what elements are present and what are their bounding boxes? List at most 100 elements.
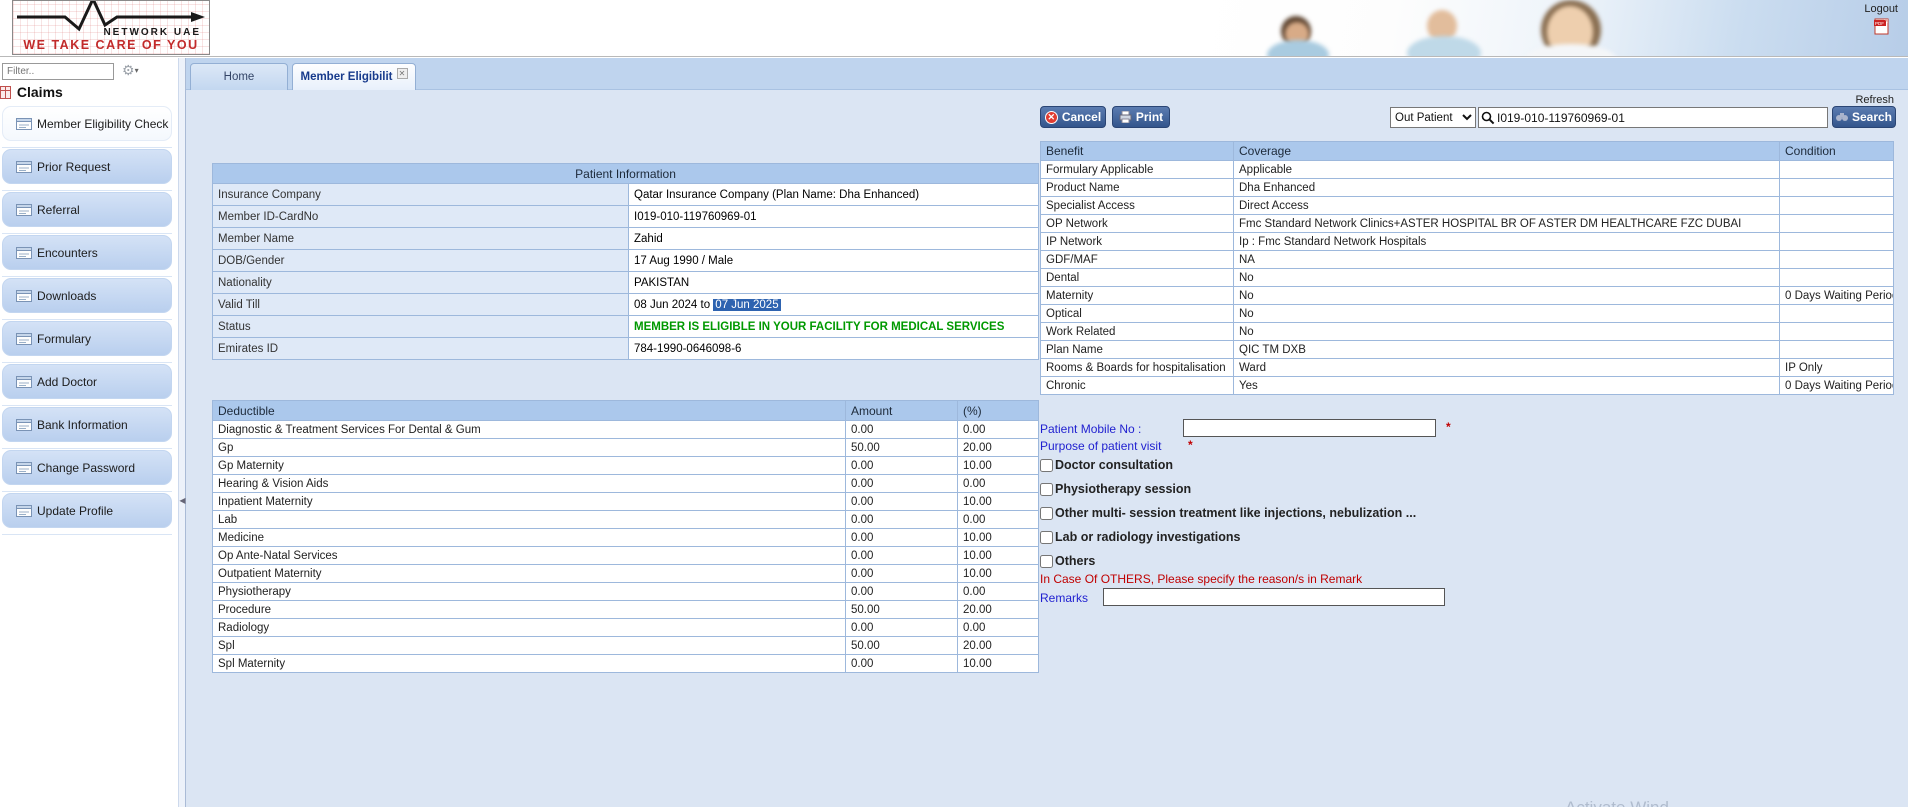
sidebar-menu: Member Eligibility Check Prior Request [2,106,172,536]
sidebar-item-label: Prior Request [37,160,110,174]
purpose-checkbox[interactable] [1040,483,1053,496]
gear-icon[interactable]: ⚙▾ [122,62,139,79]
sidebar-item-wrap: Update Profile [2,493,172,535]
benefit-row: Dental No [1041,269,1894,287]
deductible-row: Hearing & Vision Aids 0.00 0.00 [213,475,1039,493]
form-icon [16,505,32,517]
benefit-row: Plan Name QIC TM DXB [1041,341,1894,359]
sidebar-menu-item[interactable]: Bank Information [2,407,172,442]
cancel-button[interactable]: ✕ Cancel [1040,106,1106,128]
logo-network-text: NETWORK UAE [103,27,201,38]
sidebar-item-label: Encounters [37,246,98,260]
benefit-row: GDF/MAF NA [1041,251,1894,269]
purpose-checkbox[interactable] [1040,507,1053,520]
deductible-table: Deductible Amount (%) Diagnostic & Treat… [212,400,1039,673]
filter-input[interactable] [2,63,114,80]
purpose-checkbox[interactable] [1040,555,1053,568]
form-icon [16,419,32,431]
cancel-x-icon: ✕ [1045,111,1058,124]
claims-section-header: Claims [0,84,176,104]
form-icon [16,161,32,173]
benefit-row: Chronic Yes 0 Days Waiting Period [1041,377,1894,395]
deductible-row: Gp 50.00 20.00 [213,439,1039,457]
eligibility-status-text: MEMBER IS ELIGIBLE IN YOUR FACILITY FOR … [629,316,1039,338]
purpose-required-marker: * [1188,438,1193,452]
sidebar-item-wrap: Change Password [2,450,172,492]
sidebar-item-wrap: Downloads [2,278,172,320]
table-row: Insurance Company Qatar Insurance Compan… [213,184,1039,206]
member-eligibility-app: NETWORK UAE WE TAKE CARE OF YOU Logout P… [0,0,1908,807]
sidebar: ⚙▾ Claims Member Eligibility Check [0,58,178,807]
remarks-label: Remarks [1040,591,1088,605]
benefits-table: Benefit Coverage Condition Formulary App… [1040,141,1894,395]
form-icon [16,247,32,259]
form-icon [16,462,32,474]
purpose-option-label: Others [1055,554,1095,568]
purpose-checkbox[interactable] [1040,459,1053,472]
sidebar-item-label: Downloads [37,289,96,303]
activate-windows-watermark: Activate Wind [1565,798,1669,807]
sidebar-menu-item[interactable]: Encounters [2,235,172,270]
purpose-option: Other multi- session treatment like inje… [1040,506,1416,520]
sidebar-menu-item[interactable]: Downloads [2,278,172,313]
purpose-option: Others [1040,554,1095,568]
remarks-input[interactable] [1103,588,1445,606]
benefit-row: Optical No [1041,305,1894,323]
deductible-row: Gp Maternity 0.00 10.00 [213,457,1039,475]
tab-home[interactable]: Home [190,63,288,90]
form-icon [16,204,32,216]
table-row-status: Status MEMBER IS ELIGIBLE IN YOUR FACILI… [213,316,1039,338]
close-tab-icon[interactable]: ✕ [397,68,408,79]
sidebar-menu-item[interactable]: Update Profile [2,493,172,528]
benefit-row: Work Related No [1041,323,1894,341]
purpose-option-label: Doctor consultation [1055,458,1173,472]
tab-member-eligibility[interactable]: Member Eligibilit ✕ [292,63,416,90]
sidebar-menu-item[interactable]: Change Password [2,450,172,485]
deductible-row: Medicine 0.00 10.00 [213,529,1039,547]
search-button[interactable]: Search [1832,106,1896,128]
deductible-row: Inpatient Maternity 0.00 10.00 [213,493,1039,511]
sidebar-item-wrap: Formulary [2,321,172,363]
logout-link[interactable]: Logout [1864,3,1898,15]
deductible-header-row: Deductible Amount (%) [213,401,1039,421]
deductible-row: Physiotherapy 0.00 0.00 [213,583,1039,601]
purpose-option: Lab or radiology investigations [1040,530,1240,544]
sidebar-item-wrap: Add Doctor [2,364,172,406]
deductible-row: Op Ante-Natal Services 0.00 10.00 [213,547,1039,565]
purpose-option: Doctor consultation [1040,458,1173,472]
sidebar-item-label: Formulary [37,332,91,346]
brand-logo: NETWORK UAE WE TAKE CARE OF YOU [12,0,210,55]
selected-date-highlight: 07 Jun 2025 [713,299,780,311]
main-panel: Home Member Eligibilit ✕ Refresh Patient… [186,58,1908,807]
deductible-row: Radiology 0.00 0.00 [213,619,1039,637]
tab-bar: Home Member Eligibilit ✕ [186,58,1908,90]
print-button[interactable]: Print [1112,106,1170,128]
sidebar-item-wrap: Encounters [2,235,172,277]
sidebar-menu-item[interactable]: Member Eligibility Check [2,106,172,141]
deductible-row: Spl 50.00 20.00 [213,637,1039,655]
table-row-valid-till: Valid Till 08 Jun 2024 to 07 Jun 2025 [213,294,1039,316]
patient-type-select[interactable]: Out Patient [1390,107,1476,128]
sidebar-item-wrap: Prior Request [2,149,172,191]
sidebar-splitter[interactable]: ◀ [178,58,186,807]
claims-icon [0,86,11,99]
purpose-option-label: Physiotherapy session [1055,482,1191,496]
patient-information-title: Patient Information [213,164,1039,184]
sidebar-menu-item[interactable]: Add Doctor [2,364,172,399]
collapse-arrow-icon[interactable]: ◀ [179,486,186,516]
benefit-row: IP Network Ip : Fmc Standard Network Hos… [1041,233,1894,251]
pdf-icon[interactable]: PDF [1874,17,1890,35]
patient-mobile-input[interactable] [1183,419,1436,437]
sidebar-item-label: Referral [37,203,80,217]
form-icon [16,376,32,388]
sidebar-menu-item[interactable]: Formulary [2,321,172,356]
sidebar-menu-item[interactable]: Prior Request [2,149,172,184]
patient-information-table: Patient Information Insurance Company Qa… [212,163,1039,360]
tab-member-eligibility-label: Member Eligibilit [300,71,392,83]
refresh-link[interactable]: Refresh [1855,94,1894,106]
purpose-checkbox[interactable] [1040,531,1053,544]
member-search-input[interactable] [1497,108,1825,127]
sidebar-item-label: Update Profile [37,504,113,518]
form-icon [16,118,32,130]
sidebar-menu-item[interactable]: Referral [2,192,172,227]
